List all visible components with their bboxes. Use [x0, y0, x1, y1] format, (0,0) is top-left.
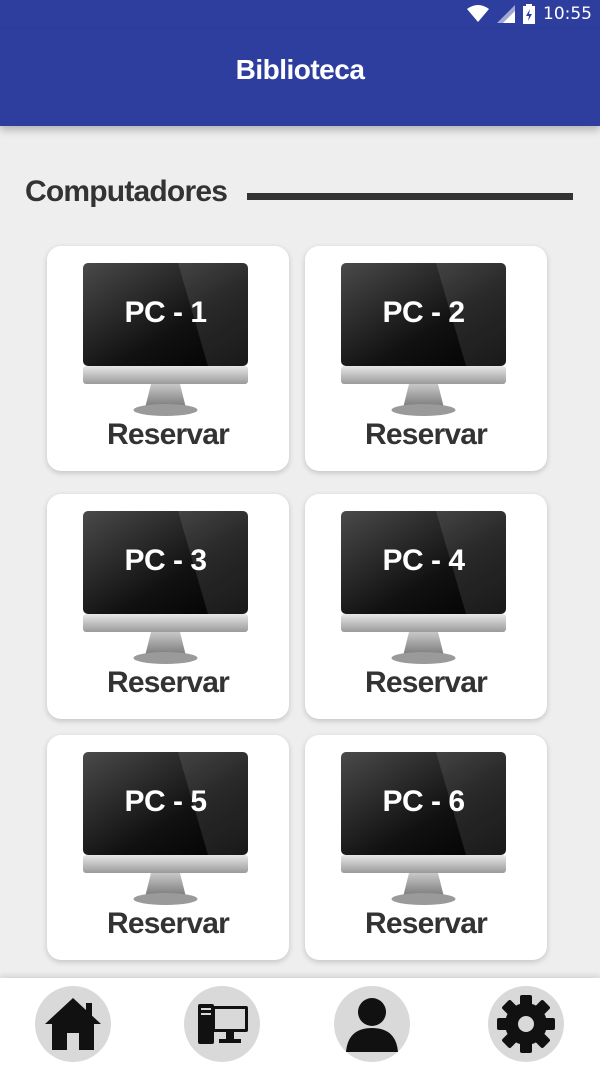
- user-icon: [346, 998, 398, 1052]
- section-header: Computadores: [25, 175, 575, 215]
- computer-card-1[interactable]: PC - 1 Reservar: [47, 246, 289, 471]
- reserve-button[interactable]: Reservar: [305, 418, 547, 452]
- computer-card-4[interactable]: PC - 4 Reservar: [305, 494, 547, 719]
- nav-computers[interactable]: [184, 986, 260, 1062]
- signal-icon: [497, 5, 515, 23]
- computer-icon: [198, 1004, 248, 1044]
- pc-label: PC - 1: [124, 296, 207, 329]
- app-title: Biblioteca: [235, 54, 365, 85]
- reserve-button[interactable]: Reservar: [47, 418, 289, 452]
- reserve-button[interactable]: Reservar: [305, 907, 547, 941]
- monitor-icon: [83, 752, 248, 905]
- nav-home[interactable]: [35, 986, 111, 1062]
- nav-profile[interactable]: [334, 986, 410, 1062]
- monitor-icon: [83, 511, 248, 664]
- reserve-button[interactable]: Reservar: [47, 907, 289, 941]
- status-icons: 10:55: [467, 4, 592, 24]
- section-divider: [247, 193, 573, 200]
- status-bar: 10:55: [0, 0, 600, 30]
- computer-card-3[interactable]: PC - 3 Reservar: [47, 494, 289, 719]
- battery-icon: [523, 4, 535, 24]
- pc-label: PC - 2: [382, 296, 465, 329]
- pc-label: PC - 4: [382, 544, 465, 577]
- home-icon: [45, 998, 101, 1050]
- wifi-icon: [467, 5, 489, 22]
- monitor-icon: [341, 511, 506, 664]
- monitor-icon: [341, 752, 506, 905]
- gear-icon: [497, 995, 555, 1053]
- nav-settings[interactable]: [488, 986, 564, 1062]
- bottom-navigation: [0, 978, 600, 1067]
- monitor-icon: [341, 263, 506, 416]
- computer-card-6[interactable]: PC - 6 Reservar: [305, 735, 547, 960]
- pc-label: PC - 5: [124, 785, 207, 818]
- reserve-button[interactable]: Reservar: [305, 666, 547, 700]
- section-title: Computadores: [25, 175, 228, 208]
- app-bar: Biblioteca: [0, 30, 600, 126]
- computer-card-5[interactable]: PC - 5 Reservar: [47, 735, 289, 960]
- computer-card-2[interactable]: PC - 2 Reservar: [305, 246, 547, 471]
- pc-label: PC - 3: [124, 544, 207, 577]
- status-time: 10:55: [543, 4, 592, 24]
- monitor-icon: [83, 263, 248, 416]
- pc-label: PC - 6: [382, 785, 465, 818]
- reserve-button[interactable]: Reservar: [47, 666, 289, 700]
